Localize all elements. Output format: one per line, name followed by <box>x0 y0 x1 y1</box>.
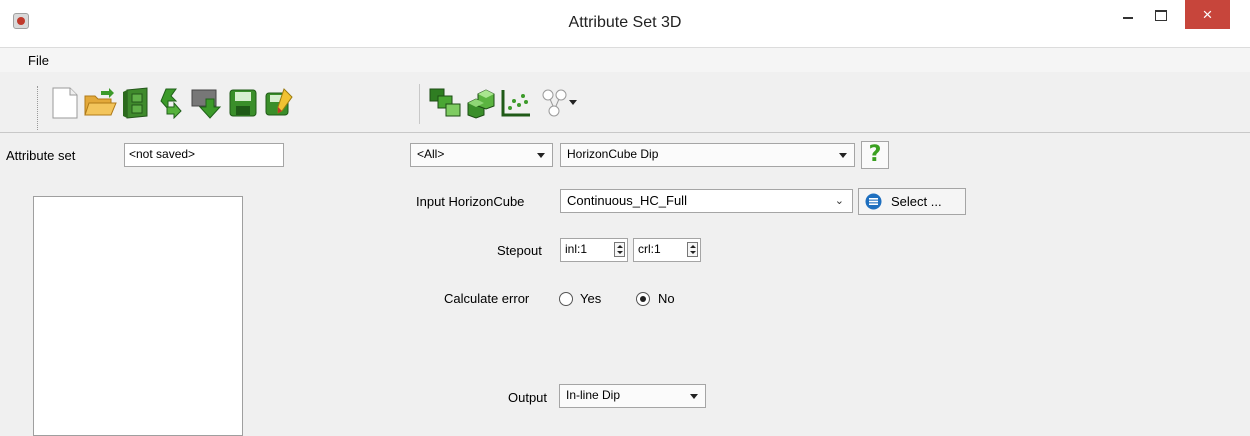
crossplot-icon[interactable] <box>499 86 533 120</box>
stepout-inline-spinner[interactable]: inl:1 <box>560 238 628 262</box>
calculate-error-no-radio[interactable] <box>636 292 650 306</box>
input-horizoncube-label: Input HorizonCube <box>416 194 525 209</box>
cabinet-icon[interactable] <box>119 86 153 120</box>
chevron-down-icon <box>690 394 698 399</box>
tree-network-dropdown-icon[interactable] <box>566 86 580 120</box>
save-icon[interactable] <box>226 86 260 120</box>
chevron-down-icon <box>537 153 545 158</box>
select-button-label: Select ... <box>891 194 942 209</box>
stepout-crossline-spinner[interactable]: crl:1 <box>633 238 701 262</box>
new-file-icon[interactable] <box>48 86 82 120</box>
stepout-inline-value: inl:1 <box>565 242 588 256</box>
minimize-icon <box>1123 17 1133 19</box>
open-folder-icon[interactable] <box>83 86 117 120</box>
menu-file[interactable]: File <box>28 53 49 68</box>
input-horizoncube-select[interactable]: Continuous_HC_Full ⌄ <box>560 189 853 213</box>
maximize-button[interactable] <box>1147 0 1175 30</box>
menu-bar: File <box>0 48 1250 72</box>
list-icon <box>865 193 882 210</box>
select-horizoncube-button[interactable]: Select ... <box>858 188 966 215</box>
input-horizoncube-value: Continuous_HC_Full <box>567 193 687 208</box>
calculate-error-no-label: No <box>658 291 675 306</box>
calculate-error-yes-radio[interactable] <box>559 292 573 306</box>
save-as-icon[interactable] <box>262 86 296 120</box>
attribute-set-icon[interactable] <box>428 86 462 120</box>
calculate-error-yes-label: Yes <box>580 291 602 306</box>
attribute-method-select[interactable]: HorizonCube Dip <box>560 143 855 167</box>
attribute-method-value: HorizonCube Dip <box>567 147 659 161</box>
attribute-list[interactable] <box>33 196 243 436</box>
output-label: Output <box>508 390 548 405</box>
stepout-label: Stepout <box>497 243 542 258</box>
chevron-down-icon: ⌄ <box>834 195 844 207</box>
output-select[interactable]: In-line Dip <box>559 384 706 408</box>
calculate-error-label: Calculate error <box>444 291 530 306</box>
spinner-arrows-icon[interactable] <box>687 242 698 257</box>
toolbar-separator <box>419 84 420 124</box>
maximize-icon <box>1155 9 1167 21</box>
window-title: Attribute Set 3D <box>568 14 682 31</box>
help-icon: ? <box>868 142 882 167</box>
help-button[interactable]: ? <box>861 141 889 169</box>
close-icon: × <box>1202 4 1213 24</box>
title-bar: Attribute Set 3D × <box>0 0 1250 48</box>
toolbar <box>0 74 1250 133</box>
toolbar-grip[interactable] <box>37 86 41 130</box>
output-value: In-line Dip <box>566 388 621 402</box>
export-icon[interactable] <box>154 86 188 120</box>
minimize-button[interactable] <box>1114 0 1142 30</box>
attribute-group-value: <All> <box>417 147 445 161</box>
chevron-down-icon <box>839 153 847 158</box>
stepout-crossline-value: crl:1 <box>638 242 661 256</box>
attribute-group-select[interactable]: <All> <box>410 143 553 167</box>
attribute-set-label: Attribute set <box>6 148 76 163</box>
import-icon[interactable] <box>190 86 224 120</box>
cubes-icon[interactable] <box>464 86 498 120</box>
attribute-set-name-field[interactable]: <not saved> <box>124 143 284 167</box>
close-button[interactable]: × <box>1185 0 1230 29</box>
spinner-arrows-icon[interactable] <box>614 242 625 257</box>
